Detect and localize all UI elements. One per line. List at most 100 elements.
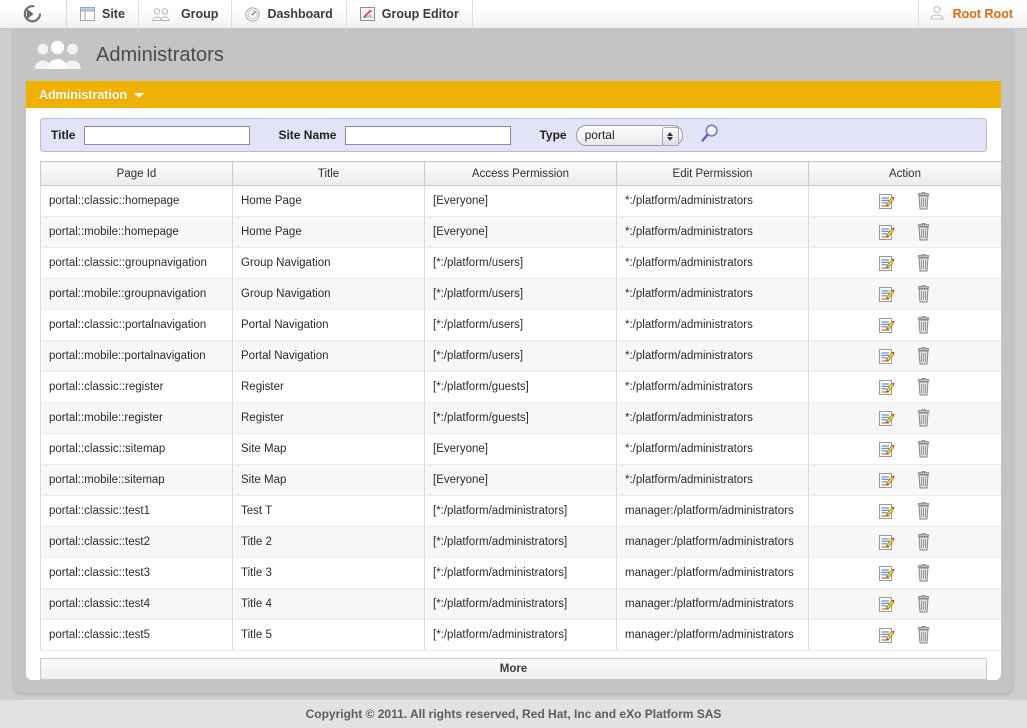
nav-item-group[interactable]: Group (139, 0, 233, 29)
trash-delete-icon[interactable] (915, 347, 932, 365)
title-filter-input[interactable] (84, 125, 251, 145)
edit-page-icon[interactable] (878, 596, 895, 613)
cell-action (808, 619, 1001, 651)
cell-page-id: portal::classic::test3 (40, 557, 233, 589)
cell-page-id: portal::mobile::register (40, 402, 233, 434)
edit-page-icon[interactable] (878, 472, 895, 489)
cell-page-id: portal::classic::homepage (40, 185, 233, 217)
cell-edit-permission: *:/platform/administrators (616, 247, 809, 279)
trash-delete-icon[interactable] (915, 471, 932, 489)
trash-delete-icon[interactable] (915, 285, 932, 303)
column-header-action[interactable]: Action (808, 161, 1001, 186)
trash-delete-icon[interactable] (915, 316, 932, 334)
cell-edit-permission: *:/platform/administrators (616, 278, 809, 310)
cell-action (808, 557, 1001, 589)
cell-access-permission: [*:/platform/guests] (424, 402, 617, 434)
nav-item-site[interactable]: Site (67, 0, 139, 29)
edit-page-icon[interactable] (878, 379, 895, 396)
administration-tab-bar: Administration (26, 81, 1001, 108)
trash-delete-icon[interactable] (915, 409, 932, 427)
cell-edit-permission: manager:/platform/administrators (616, 526, 809, 558)
cell-page-id: portal::mobile::portalnavigation (40, 340, 233, 372)
user-avatar-icon (929, 5, 945, 23)
cell-action (808, 185, 1001, 217)
page-header: Administrators (13, 29, 1014, 81)
cell-page-id: portal::mobile::groupnavigation (40, 278, 233, 310)
trash-delete-icon[interactable] (915, 223, 932, 241)
user-name-label: Root Root (952, 7, 1013, 21)
edit-page-icon[interactable] (878, 627, 895, 644)
edit-page-icon[interactable] (878, 441, 895, 458)
edit-page-icon[interactable] (878, 410, 895, 427)
trash-delete-icon[interactable] (915, 254, 932, 272)
trash-delete-icon[interactable] (915, 533, 932, 551)
cell-access-permission: [Everyone] (424, 464, 617, 496)
column-header-page-id[interactable]: Page Id (40, 161, 233, 186)
trash-delete-icon[interactable] (915, 626, 932, 644)
cell-action (808, 340, 1001, 372)
cell-page-id: portal::classic::portalnavigation (40, 309, 233, 341)
user-menu[interactable]: Root Root (917, 0, 1027, 29)
column-header-access-permission[interactable]: Access Permission (424, 161, 617, 186)
table-row: portal::classic::test5 Title 5 [*:/platfor… (40, 619, 1001, 651)
trash-delete-icon[interactable] (915, 595, 932, 613)
cell-title: Title 2 (232, 526, 425, 558)
cell-title: Test T (232, 495, 425, 527)
table-row: portal::classic::test3 Title 3 [*:/platfor… (40, 557, 1001, 589)
type-filter-select[interactable]: portalgroupuser (575, 124, 683, 146)
cell-action (808, 402, 1001, 434)
pages-table: Page Id Title Access Permission Edit Per… (40, 161, 1001, 651)
table-body: portal::classic::homepage Home Page [Every… (40, 185, 1001, 651)
footer: Copyright © 2011. All rights reserved, R… (0, 700, 1027, 728)
exo-logo-button[interactable] (0, 0, 67, 29)
more-button[interactable]: More (40, 658, 987, 680)
table-row: portal::mobile::homepage Home Page [Everyo… (40, 216, 1001, 248)
cell-access-permission: [*:/platform/administrators] (424, 526, 617, 558)
trash-delete-icon[interactable] (915, 192, 932, 210)
edit-page-icon[interactable] (878, 348, 895, 365)
edit-page-icon[interactable] (878, 286, 895, 303)
trash-delete-icon[interactable] (915, 440, 932, 458)
dashboard-gauge-icon (245, 6, 261, 22)
column-header-title[interactable]: Title (232, 161, 425, 186)
edit-page-icon[interactable] (878, 503, 895, 520)
top-toolbar: Site Group Dashboard Group Editor Root R… (0, 0, 1027, 29)
edit-page-icon[interactable] (878, 317, 895, 334)
cell-action (808, 433, 1001, 465)
trash-delete-icon[interactable] (915, 378, 932, 396)
administration-label: Administration (39, 87, 128, 102)
cell-action (808, 588, 1001, 620)
more-button-label: More (499, 663, 528, 675)
trash-delete-icon[interactable] (915, 564, 932, 582)
group-people-icon (34, 40, 82, 70)
trash-delete-icon[interactable] (915, 502, 932, 520)
edit-page-icon[interactable] (878, 255, 895, 272)
nav-label-group: Group (180, 7, 219, 21)
edit-page-icon[interactable] (878, 224, 895, 241)
column-header-edit-permission[interactable]: Edit Permission (616, 161, 809, 186)
administration-menu-button[interactable]: Administration (39, 87, 145, 102)
table-row: portal::classic::test1 Test T [*:/platform… (40, 495, 1001, 527)
cell-access-permission: [*:/platform/users] (424, 247, 617, 279)
nav-item-group-editor[interactable]: Group Editor (347, 0, 473, 29)
table-row: portal::classic::test2 Title 2 [*:/platfor… (40, 526, 1001, 558)
nav-item-dashboard[interactable]: Dashboard (232, 0, 347, 29)
cell-access-permission: [*:/platform/administrators] (424, 495, 617, 527)
cell-edit-permission: *:/platform/administrators (616, 433, 809, 465)
sitename-filter-input[interactable] (345, 125, 512, 145)
cell-edit-permission: manager:/platform/administrators (616, 588, 809, 620)
site-icon (80, 7, 95, 21)
edit-page-icon[interactable] (878, 193, 895, 210)
page-title: Administrators (96, 43, 224, 66)
cell-edit-permission: manager:/platform/administrators (616, 619, 809, 651)
table-row: portal::classic::groupnavigation Group Na… (40, 247, 1001, 279)
edit-page-icon[interactable] (878, 565, 895, 582)
table-row: portal::classic::test4 Title 4 [*:/platfor… (40, 588, 1001, 620)
search-button[interactable] (699, 123, 720, 147)
cell-page-id: portal::mobile::homepage (40, 216, 233, 248)
cell-access-permission: [Everyone] (424, 185, 617, 217)
cell-title: Group Navigation (232, 278, 425, 310)
edit-page-icon[interactable] (878, 534, 895, 551)
cell-title: Home Page (232, 216, 425, 248)
cell-action (808, 278, 1001, 310)
